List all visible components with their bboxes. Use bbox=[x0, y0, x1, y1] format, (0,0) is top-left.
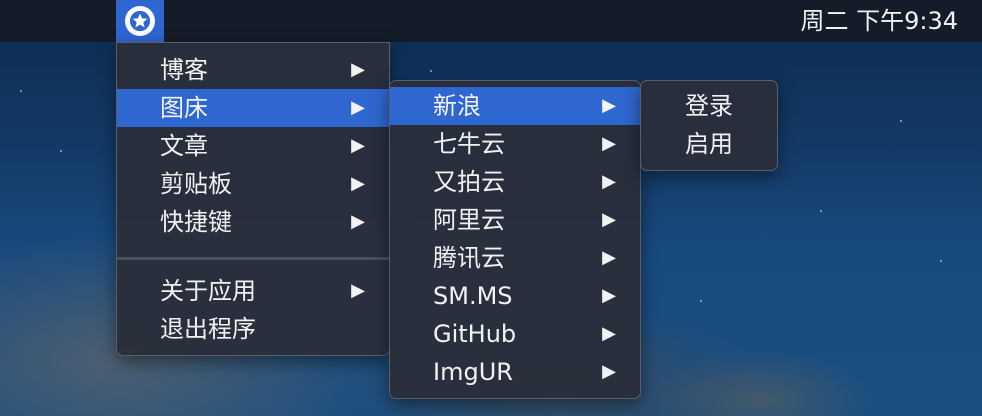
status-bar-app-button[interactable] bbox=[116, 0, 164, 42]
star-decoration bbox=[820, 210, 822, 212]
menu-item-image-hosting[interactable]: 图床 ▶ bbox=[117, 89, 389, 127]
menu-item-quit[interactable]: 退出程序 bbox=[117, 310, 389, 348]
submenu-arrow-icon: ▶ bbox=[602, 285, 616, 306]
sina-submenu: 登录 启用 bbox=[640, 80, 778, 171]
menu-item-label: 七牛云 bbox=[433, 130, 505, 158]
menubar-clock[interactable]: 周二 下午9:34 bbox=[800, 0, 958, 42]
menu-item-label: 关于应用 bbox=[160, 277, 256, 305]
menu-item-label: 登录 bbox=[685, 92, 733, 120]
submenu-arrow-icon: ▶ bbox=[602, 361, 616, 382]
menu-item-articles[interactable]: 文章 ▶ bbox=[117, 127, 389, 165]
submenu-arrow-icon: ▶ bbox=[351, 59, 365, 80]
menu-item-shortcuts[interactable]: 快捷键 ▶ bbox=[117, 203, 389, 241]
menu-item-login[interactable]: 登录 bbox=[641, 87, 777, 125]
menu-item-label: 图床 bbox=[160, 94, 208, 122]
submenu-arrow-icon: ▶ bbox=[351, 280, 365, 301]
menu-item-blog[interactable]: 博客 ▶ bbox=[117, 51, 389, 89]
menu-item-label: GitHub bbox=[433, 320, 517, 348]
menu-item-aliyun[interactable]: 阿里云 ▶ bbox=[390, 201, 640, 239]
submenu-arrow-icon: ▶ bbox=[602, 247, 616, 268]
menu-item-about[interactable]: 关于应用 ▶ bbox=[117, 272, 389, 310]
menu-item-label: 启用 bbox=[685, 130, 733, 158]
menu-item-label: SM.MS bbox=[433, 282, 513, 310]
menu-item-qiniu[interactable]: 七牛云 ▶ bbox=[390, 125, 640, 163]
submenu-arrow-icon: ▶ bbox=[602, 209, 616, 230]
submenu-arrow-icon: ▶ bbox=[351, 211, 365, 232]
menu-item-upyun[interactable]: 又拍云 ▶ bbox=[390, 163, 640, 201]
submenu-arrow-icon: ▶ bbox=[351, 135, 365, 156]
star-decoration bbox=[940, 260, 942, 262]
menu-item-enable[interactable]: 启用 bbox=[641, 125, 777, 163]
menu-item-label: ImgUR bbox=[433, 358, 513, 386]
menu-item-label: 腾讯云 bbox=[433, 244, 505, 272]
app-main-menu: 博客 ▶ 图床 ▶ 文章 ▶ 剪贴板 ▶ 快捷键 ▶ 关于应用 ▶ 退出程序 bbox=[116, 42, 390, 356]
menu-bar: 周二 下午9:34 bbox=[0, 0, 982, 42]
menu-item-label: 退出程序 bbox=[160, 315, 256, 343]
star-decoration bbox=[430, 70, 432, 72]
star-decoration bbox=[60, 150, 62, 152]
submenu-arrow-icon: ▶ bbox=[602, 95, 616, 116]
submenu-arrow-icon: ▶ bbox=[602, 323, 616, 344]
menu-item-tencent-cloud[interactable]: 腾讯云 ▶ bbox=[390, 239, 640, 277]
menu-item-label: 阿里云 bbox=[433, 206, 505, 234]
menu-item-label: 文章 bbox=[160, 132, 208, 160]
star-decoration bbox=[20, 90, 22, 92]
menu-separator bbox=[117, 257, 389, 260]
menu-item-github[interactable]: GitHub ▶ bbox=[390, 315, 640, 353]
menu-item-label: 博客 bbox=[160, 56, 208, 84]
menu-item-clipboard[interactable]: 剪贴板 ▶ bbox=[117, 165, 389, 203]
submenu-arrow-icon: ▶ bbox=[351, 173, 365, 194]
menu-item-label: 又拍云 bbox=[433, 168, 505, 196]
menu-item-sina[interactable]: 新浪 ▶ bbox=[390, 87, 640, 125]
menu-item-smms[interactable]: SM.MS ▶ bbox=[390, 277, 640, 315]
star-decoration bbox=[700, 300, 702, 302]
submenu-arrow-icon: ▶ bbox=[351, 97, 365, 118]
star-decoration bbox=[900, 120, 902, 122]
menu-item-imgur[interactable]: ImgUR ▶ bbox=[390, 353, 640, 391]
menu-item-label: 新浪 bbox=[433, 92, 481, 120]
menu-item-label: 剪贴板 bbox=[160, 170, 232, 198]
menu-item-label: 快捷键 bbox=[160, 208, 232, 236]
star-circle-icon bbox=[125, 6, 155, 36]
submenu-arrow-icon: ▶ bbox=[602, 171, 616, 192]
submenu-arrow-icon: ▶ bbox=[602, 133, 616, 154]
image-host-submenu: 新浪 ▶ 七牛云 ▶ 又拍云 ▶ 阿里云 ▶ 腾讯云 ▶ SM.MS ▶ Git… bbox=[389, 80, 641, 399]
